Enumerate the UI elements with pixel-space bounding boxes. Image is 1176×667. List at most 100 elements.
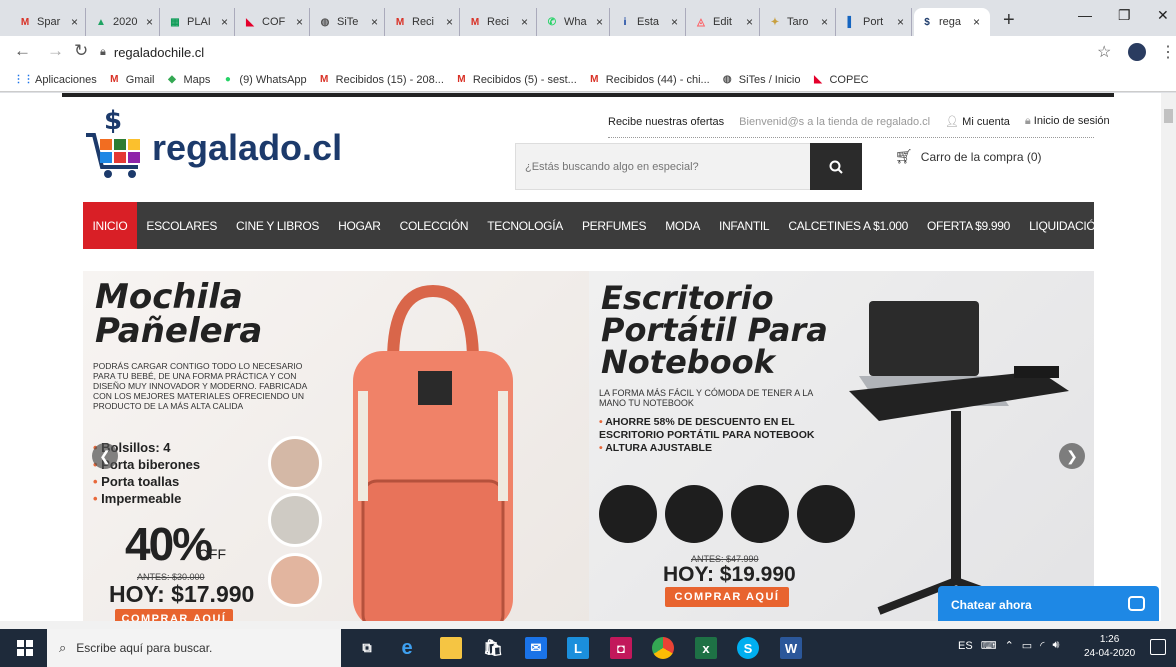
close-tab-icon[interactable]: × (821, 15, 828, 29)
nav-item[interactable]: HOGAR (329, 202, 391, 249)
nav-item[interactable]: MODA (656, 202, 710, 249)
site-logo[interactable]: $ regalado.cl (84, 106, 344, 181)
nav-item[interactable]: INICIO (83, 202, 137, 249)
close-tab-icon[interactable]: × (897, 15, 904, 29)
close-tab-icon[interactable]: × (71, 15, 78, 29)
banner-slide-escritorio[interactable]: Escritorio Portátil Para Notebook LA FOR… (589, 271, 1094, 629)
carousel-prev-arrow[interactable]: ❮ (92, 443, 118, 469)
l-app-icon[interactable]: L (567, 637, 589, 659)
offers-link[interactable]: Recibe nuestras ofertas (608, 116, 724, 128)
language-indicator[interactable]: ES (958, 640, 973, 652)
browser-tab[interactable]: ✦ Taro × (762, 8, 836, 36)
close-tab-icon[interactable]: × (973, 15, 980, 29)
menu-kebab-icon[interactable]: ⋮ (1160, 42, 1176, 62)
word-icon[interactable]: W (780, 637, 802, 659)
banner-slide-mochila[interactable]: Mochila Pañelera PODRÁS CARGAR CONTIGO T… (83, 271, 589, 629)
chrome-icon[interactable] (652, 637, 674, 659)
browser-tab[interactable]: $ rega × (914, 8, 990, 36)
minimize-icon[interactable]: — (1078, 7, 1092, 23)
tab-title: Taro (787, 16, 809, 28)
browser-tab[interactable]: ◬ Edit × (688, 8, 760, 36)
nav-item[interactable]: INFANTIL (710, 202, 779, 249)
wifi-icon[interactable]: ◜ (1040, 639, 1044, 652)
volume-icon[interactable]: 🔊︎ (1052, 639, 1059, 652)
bookmark-star-icon[interactable]: ☆ (1097, 42, 1111, 62)
reload-icon[interactable]: ↻ (74, 41, 88, 61)
edge-icon[interactable]: e (396, 637, 418, 659)
taskbar-search[interactable]: ⌕ Escribe aquí para buscar. (47, 629, 341, 667)
horizontal-scrollbar[interactable] (0, 621, 1161, 629)
browser-tab[interactable]: M Reci × (387, 8, 460, 36)
nav-item[interactable]: CINE Y LIBROS (227, 202, 329, 249)
windows-start-icon[interactable] (17, 640, 33, 656)
buy-now-button[interactable]: COMPRAR AQUÍ (665, 587, 789, 607)
nav-item[interactable]: PERFUMES (572, 202, 655, 249)
browser-tab-strip: M Spar × ▲ 2020 × ▦ PLAI × ◣ COF × ◍ SiTe × M Reci × M Reci… (0, 0, 1176, 36)
battery-icon[interactable]: ▭ (1022, 639, 1032, 652)
login-link[interactable]: 🔒︎ Inicio de sesión (1025, 115, 1110, 128)
browser-tab[interactable]: M Spar × (12, 8, 86, 36)
scrollbar-thumb[interactable] (1164, 109, 1173, 123)
chat-now-button[interactable]: Chatear ahora (938, 586, 1159, 623)
nav-item[interactable]: COLECCIÓN (390, 202, 478, 249)
task-view-icon[interactable]: ⧉ (356, 637, 378, 659)
close-tab-icon[interactable]: × (671, 15, 678, 29)
clock[interactable]: 1:26 24-04-2020 (1084, 633, 1135, 661)
mail-icon[interactable]: ✉ (525, 637, 547, 659)
new-tab-button[interactable]: + (1003, 9, 1015, 32)
globe-icon: ◍ (320, 16, 330, 28)
skype-icon[interactable]: S (737, 637, 759, 659)
close-tab-icon[interactable]: × (521, 15, 528, 29)
browser-tab[interactable]: i Esta × (612, 8, 686, 36)
back-icon[interactable]: ← (14, 41, 31, 61)
browser-tab[interactable]: ▲ 2020 × (88, 8, 160, 36)
notification-icon[interactable] (1150, 639, 1166, 655)
bookmark-item[interactable]: ◣ COPEC (811, 73, 868, 86)
account-link[interactable]: 👤︎ Mi cuenta (945, 115, 1010, 128)
bookmark-item[interactable]: ◍ SiTes / Inicio (721, 73, 801, 86)
url-field[interactable]: 🔒︎ regaladochile.cl (100, 40, 1120, 64)
close-tab-icon[interactable]: × (221, 15, 228, 29)
excel-icon[interactable]: x (695, 637, 717, 659)
bookmark-item[interactable]: M Recibidos (15) - 208... (318, 73, 444, 86)
browser-tab[interactable]: ◣ COF × (237, 8, 310, 36)
close-tab-icon[interactable]: × (596, 15, 603, 29)
bookmark-item[interactable]: M Recibidos (5) - sest... (455, 73, 577, 86)
search-button[interactable] (810, 143, 862, 190)
vertical-scrollbar[interactable] (1161, 93, 1176, 629)
keyboard-icon[interactable]: ⌨ (981, 639, 997, 652)
bookmark-item[interactable]: M Recibidos (44) - chi... (588, 73, 710, 86)
browser-tab[interactable]: ▌ Port × (838, 8, 912, 36)
profile-avatar[interactable] (1128, 43, 1146, 61)
forward-icon[interactable]: → (47, 41, 64, 61)
close-tab-icon[interactable]: × (446, 15, 453, 29)
browser-tab[interactable]: ▦ PLAI × (162, 8, 235, 36)
lock-icon: 🔒︎ (100, 45, 106, 58)
close-tab-icon[interactable]: × (746, 15, 753, 29)
file-explorer-icon[interactable] (440, 637, 462, 659)
bookmark-item[interactable]: ⋮⋮ Aplicaciones (14, 73, 97, 86)
cart-link[interactable]: 🛒︎ Carro de la compra (0) (895, 148, 1042, 165)
carousel-next-arrow[interactable]: ❯ (1059, 443, 1085, 469)
close-tab-icon[interactable]: × (146, 15, 153, 29)
bookmark-item[interactable]: M Gmail (108, 73, 154, 86)
close-window-icon[interactable]: ✕ (1157, 7, 1169, 24)
browser-tab[interactable]: M Reci × (462, 8, 537, 36)
browser-tab[interactable]: ◍ SiTe × (312, 8, 385, 36)
nav-item[interactable]: ESCOLARES (137, 202, 227, 249)
bookmark-item[interactable]: ◆ Maps (166, 73, 210, 86)
nav-item[interactable]: TECNOLOGÍA (478, 202, 573, 249)
nav-item[interactable]: CALCETINES A $1.000 (779, 202, 918, 249)
nav-item[interactable]: LIQUIDACIÓN MOLETTO (1020, 202, 1172, 249)
bookmark-item[interactable]: ● (9) WhatsApp (221, 73, 307, 86)
store-icon[interactable]: 🛍︎ (482, 637, 504, 659)
restore-icon[interactable]: ❐ (1118, 7, 1131, 24)
nav-item[interactable]: OFERTA $9.990 (918, 202, 1020, 249)
sheets-icon: ▦ (170, 16, 180, 28)
browser-tab[interactable]: ✆ Wha × (539, 8, 610, 36)
chevron-up-icon[interactable]: ⌃ (1005, 639, 1014, 652)
site-search-input[interactable] (515, 143, 811, 190)
close-tab-icon[interactable]: × (296, 15, 303, 29)
shield-app-icon[interactable]: ◘ (610, 637, 632, 659)
close-tab-icon[interactable]: × (371, 15, 378, 29)
